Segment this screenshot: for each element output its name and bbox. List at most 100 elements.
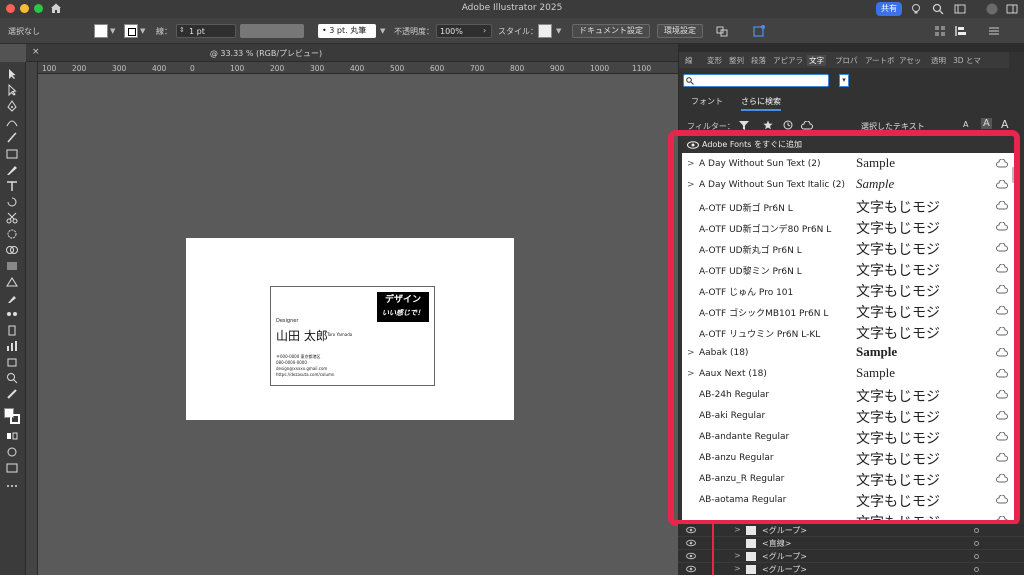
- opacity-field[interactable]: 100% ›: [436, 24, 492, 38]
- tab-artboards[interactable]: アートボ: [865, 55, 895, 66]
- artboard[interactable]: デザイン いい感じで！ Designer 山田 太郎 Taro Yamada 〒…: [186, 238, 514, 420]
- expand-arrow-icon[interactable]: >: [687, 348, 695, 358]
- mesh-tool-icon[interactable]: [5, 276, 19, 288]
- layer-row[interactable]: > <グループ>: [678, 524, 1024, 537]
- symbol-sprayer-tool-icon[interactable]: [5, 324, 19, 336]
- cloud-download-icon[interactable]: [996, 516, 1008, 520]
- document-tab[interactable]: × @ 33.33 % (RGB/プレビュー): [26, 44, 678, 62]
- font-list-item[interactable]: > Aaux Next (18) Sample: [682, 364, 1014, 385]
- cloud-download-icon[interactable]: [996, 327, 1008, 337]
- variable-width-field[interactable]: [240, 24, 304, 38]
- pen-tool-icon[interactable]: [5, 100, 19, 112]
- target-icon[interactable]: [974, 567, 979, 572]
- font-search-input[interactable]: [683, 74, 829, 87]
- anchor-tool-icon[interactable]: [5, 132, 19, 144]
- lightbulb-icon[interactable]: [910, 3, 922, 15]
- cloud-download-icon[interactable]: [996, 243, 1008, 253]
- menu-icon[interactable]: [988, 25, 1000, 37]
- panel-toggle-icon[interactable]: [1006, 3, 1018, 15]
- panel-header[interactable]: [679, 44, 1024, 52]
- font-list-item[interactable]: > A Day Without Sun Text Italic (2) Sample: [682, 175, 1014, 196]
- expand-arrow-icon[interactable]: >: [734, 525, 741, 534]
- type-tool-icon[interactable]: [5, 180, 19, 192]
- expand-arrow-icon[interactable]: >: [687, 369, 695, 379]
- filter-icon[interactable]: [739, 121, 749, 130]
- target-icon[interactable]: [974, 554, 979, 559]
- column-graph-tool-icon[interactable]: [5, 340, 19, 352]
- warp-tool-icon[interactable]: [5, 228, 19, 240]
- cloud-download-icon[interactable]: [996, 432, 1008, 442]
- brush-definition-field[interactable]: • 3 pt. 丸筆: [318, 24, 376, 38]
- tab-stroke[interactable]: 線: [685, 55, 693, 66]
- color-mode-icon[interactable]: [5, 430, 19, 442]
- expand-arrow-icon[interactable]: >: [734, 551, 741, 560]
- cloud-download-icon[interactable]: [996, 201, 1008, 211]
- eye-icon[interactable]: [686, 552, 696, 560]
- tab-transparency[interactable]: 透明: [931, 55, 946, 66]
- eye-icon[interactable]: [686, 565, 696, 573]
- draw-mode-icon[interactable]: [5, 446, 19, 458]
- font-list-item[interactable]: > Aabak (18) Sample: [682, 343, 1014, 364]
- font-list-item[interactable]: AB-aotama Regular 文字もじモジ: [682, 490, 1014, 511]
- stroke-weight-field[interactable]: ⇕ 1 pt: [176, 24, 236, 38]
- cloud-download-icon[interactable]: [996, 348, 1008, 358]
- search-icon[interactable]: [932, 3, 944, 15]
- rectangle-tool-icon[interactable]: [5, 148, 19, 160]
- stroke-color-icon[interactable]: [10, 414, 20, 424]
- cloud-icon[interactable]: [801, 121, 813, 130]
- cloud-download-icon[interactable]: [996, 180, 1008, 190]
- screen-mode-icon[interactable]: [5, 462, 19, 474]
- eye-icon[interactable]: [686, 526, 696, 534]
- font-list-item[interactable]: 文字もじモジ: [682, 511, 1014, 520]
- window-minimize-button[interactable]: [20, 4, 29, 13]
- font-list-item[interactable]: > A Day Without Sun Text (2) Sample: [682, 154, 1014, 175]
- cloud-download-icon[interactable]: [996, 306, 1008, 316]
- expand-arrow-icon[interactable]: >: [734, 564, 741, 573]
- font-list-item[interactable]: AB-andante Regular 文字もじモジ: [682, 427, 1014, 448]
- layer-row[interactable]: <直線>: [678, 537, 1024, 550]
- eye-icon[interactable]: [686, 539, 696, 547]
- chevron-down-icon[interactable]: ▼: [110, 27, 115, 35]
- chevron-down-icon[interactable]: ▼: [380, 27, 385, 35]
- tab-character[interactable]: 文字: [807, 55, 826, 66]
- tab-paragraph[interactable]: 段落: [751, 55, 766, 66]
- workspace-icon[interactable]: [954, 3, 966, 15]
- cloud-download-icon[interactable]: [996, 222, 1008, 232]
- clear-search-icon[interactable]: ×: [829, 75, 837, 85]
- canvas-area[interactable]: デザイン いい感じで！ Designer 山田 太郎 Taro Yamada 〒…: [38, 74, 678, 575]
- cloud-download-icon[interactable]: [996, 411, 1008, 421]
- horizontal-ruler[interactable]: 100 200 300 400 0 100 200 300 400 500 60…: [38, 62, 678, 74]
- direct-selection-tool-icon[interactable]: [5, 84, 19, 96]
- layer-row[interactable]: > <グループ>: [678, 550, 1024, 563]
- chevron-down-icon[interactable]: ▼: [140, 27, 145, 35]
- target-icon[interactable]: [974, 541, 979, 546]
- font-list-item[interactable]: AB-anzu Regular 文字もじモジ: [682, 448, 1014, 469]
- shape-builder-tool-icon[interactable]: [5, 244, 19, 256]
- cloud-download-icon[interactable]: [996, 390, 1008, 400]
- font-list-scrollbar[interactable]: [1012, 167, 1014, 183]
- font-list-item[interactable]: AB-24h Regular 文字もじモジ: [682, 385, 1014, 406]
- align-icon[interactable]: [954, 24, 968, 38]
- font-list[interactable]: Adobe Fonts をすぐに追加 > A Day Without Sun Te…: [682, 137, 1014, 520]
- cloud-download-icon[interactable]: [996, 285, 1008, 295]
- tab-properties[interactable]: プロパ: [835, 55, 858, 66]
- target-icon[interactable]: [974, 528, 979, 533]
- font-list-item[interactable]: AB-anzu_R Regular 文字もじモジ: [682, 469, 1014, 490]
- arrange-icon[interactable]: [716, 25, 728, 37]
- blend-tool-icon[interactable]: [5, 308, 19, 320]
- chevron-right-icon[interactable]: ›: [483, 26, 486, 35]
- cloud-download-icon[interactable]: [996, 369, 1008, 379]
- expand-arrow-icon[interactable]: >: [687, 159, 695, 169]
- subtab-fonts[interactable]: フォント: [691, 96, 723, 107]
- cloud-download-icon[interactable]: [996, 159, 1008, 169]
- preferences-button[interactable]: 環境設定: [657, 24, 703, 38]
- font-list-item[interactable]: A-OTF リュウミン Pr6N L-KL 文字もじモジ: [682, 322, 1014, 343]
- tab-align[interactable]: 整列: [729, 55, 744, 66]
- cloud-download-icon[interactable]: [996, 264, 1008, 274]
- chevron-down-icon[interactable]: ▼: [556, 27, 561, 35]
- stepper-icon[interactable]: ⇕: [179, 26, 185, 34]
- search-options-dropdown[interactable]: ▾: [839, 74, 849, 87]
- font-list-item[interactable]: A-OTF UD新丸ゴ Pr6N L 文字もじモジ: [682, 238, 1014, 259]
- font-list-item[interactable]: A-OTF UD黎ミン Pr6N L 文字もじモジ: [682, 259, 1014, 280]
- zoom-tool-icon[interactable]: [5, 372, 19, 384]
